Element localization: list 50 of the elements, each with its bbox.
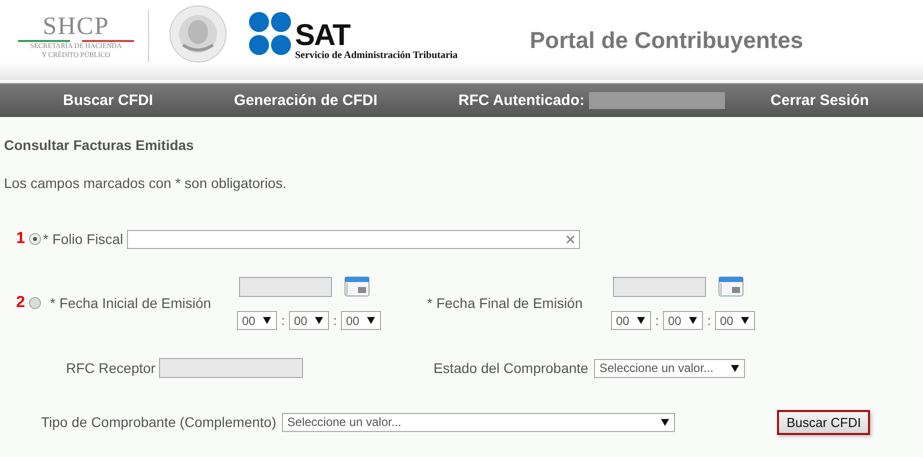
- time-separator: :: [706, 313, 712, 328]
- portal-title: Portal de Contribuyentes: [530, 27, 804, 54]
- clear-icon[interactable]: [566, 234, 576, 244]
- rfc-label: RFC Autenticado:: [458, 92, 585, 109]
- status-select[interactable]: Seleccione un valor...: [594, 358, 746, 378]
- caret-icon: [731, 364, 740, 372]
- type-select[interactable]: Seleccione un valor...: [282, 412, 676, 432]
- caret-icon: [263, 317, 271, 324]
- time-separator: :: [332, 313, 338, 328]
- page-title: Consultar Facturas Emitidas: [4, 137, 195, 153]
- caret-icon: [315, 317, 323, 324]
- folio-field[interactable]: [127, 230, 580, 248]
- calendar-icon[interactable]: [344, 275, 370, 297]
- calendar-icon[interactable]: [718, 275, 744, 297]
- caret-icon: [689, 317, 697, 324]
- nav-link[interactable]: Generación de CFDI: [234, 92, 378, 109]
- time-select[interactable]: 00: [237, 311, 277, 330]
- logout-link[interactable]: Cerrar Sesión: [770, 92, 869, 109]
- nav-link[interactable]: Buscar CFDI: [63, 92, 154, 109]
- step-number: 2: [15, 294, 25, 312]
- field-label: * Fecha Inicial de Emisión: [50, 294, 212, 310]
- sat-logo-icon: [249, 12, 292, 55]
- field-label: * Folio Fiscal: [43, 231, 124, 247]
- seal-icon: [169, 5, 227, 63]
- time-select[interactable]: 00: [289, 311, 329, 330]
- search-button[interactable]: Buscar CFDI: [777, 410, 870, 434]
- time-select[interactable]: 00: [611, 311, 651, 330]
- caret-icon: [661, 418, 670, 426]
- field-label: * Fecha Final de Emisión: [427, 294, 584, 310]
- time-select[interactable]: 00: [663, 311, 703, 330]
- date-field[interactable]: [239, 277, 332, 297]
- field-label: Tipo de Comprobante (Complemento): [41, 414, 276, 430]
- required-note: Los campos marcados con * son obligatorios.: [4, 175, 288, 191]
- caret-icon: [367, 317, 375, 324]
- caret-icon: [741, 317, 749, 324]
- logo-acronym: SHCP: [42, 14, 110, 40]
- radio-button[interactable]: [29, 296, 41, 308]
- time-select[interactable]: 00: [341, 311, 381, 330]
- logo-subtitle: Servicio de Administración Tributaria: [295, 50, 458, 61]
- step-number: 1: [15, 230, 25, 248]
- time-separator: :: [280, 313, 286, 328]
- caret-icon: [637, 317, 645, 324]
- time-select[interactable]: 00: [715, 311, 755, 330]
- rfc-field[interactable]: [159, 358, 304, 378]
- time-separator: :: [654, 313, 660, 328]
- logo-acronym: SAT: [295, 22, 350, 50]
- field-label: Estado del Comprobante: [433, 360, 588, 376]
- radio-button[interactable]: [29, 233, 41, 245]
- date-field[interactable]: [613, 277, 706, 297]
- field-label: RFC Receptor: [66, 360, 156, 376]
